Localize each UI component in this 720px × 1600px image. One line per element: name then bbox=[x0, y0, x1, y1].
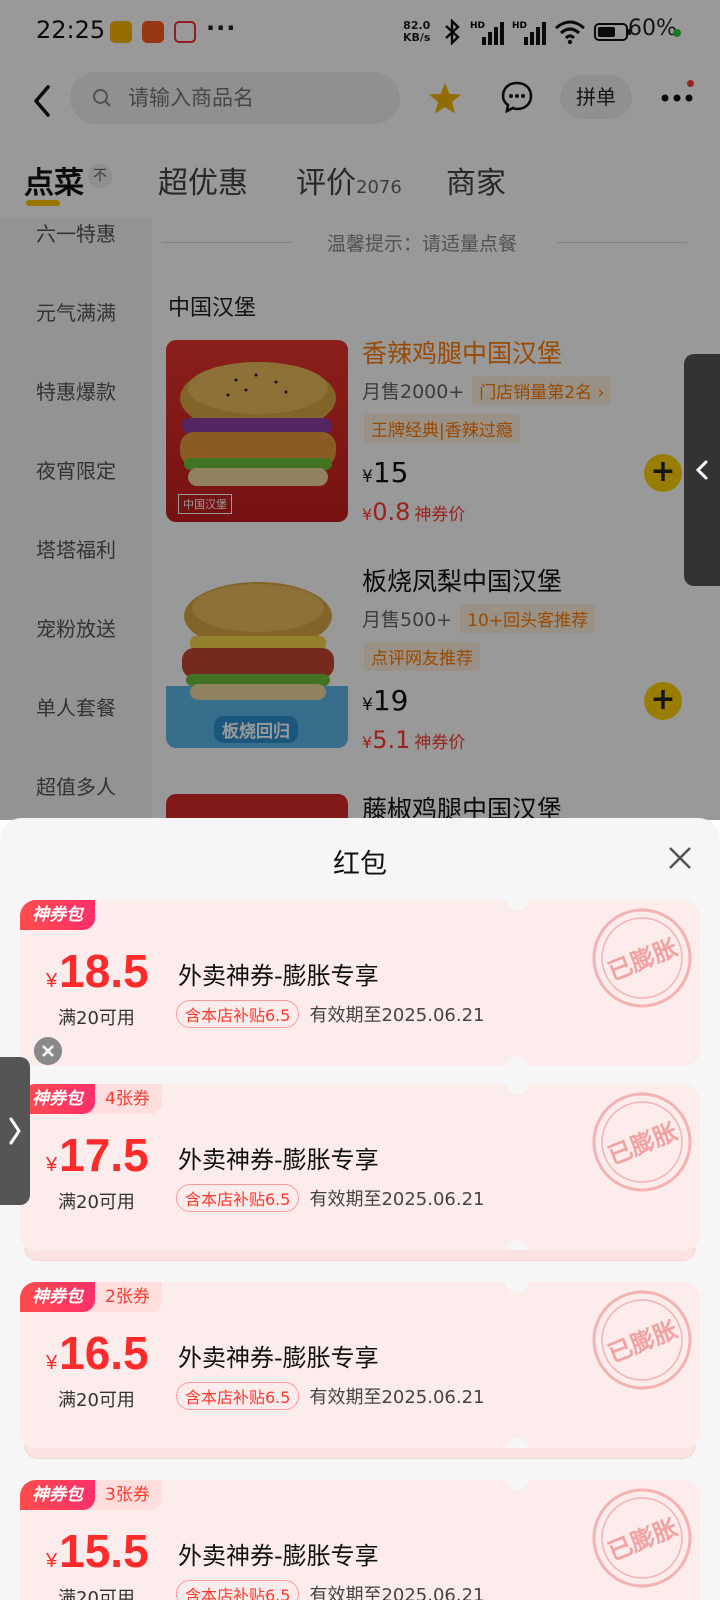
coupon-notch bbox=[506, 1438, 528, 1448]
coupon-title: 外卖神券-膨胀专享 bbox=[178, 1344, 379, 1372]
inflated-stamp-icon: 已膨胀 bbox=[592, 1488, 692, 1588]
coupon-card[interactable]: 神券包 ¥18.5 满20可用 外卖神券-膨胀专享 含本店补贴6.5 有效期至2… bbox=[20, 900, 700, 1066]
coupon-card[interactable]: 4张券 神券包 ¥17.5 满20可用 外卖神券-膨胀专享 含本店补贴6.5 有效… bbox=[20, 1084, 700, 1250]
coupon-count: 4张券 bbox=[87, 1084, 162, 1114]
subsidy-tag: 含本店补贴6.5 bbox=[176, 1000, 300, 1028]
coupon-card[interactable]: 2张券 神券包 ¥16.5 满20可用 外卖神券-膨胀专享 含本店补贴6.5 有效… bbox=[20, 1282, 700, 1448]
coupon-count: 3张券 bbox=[87, 1480, 162, 1510]
sheet-title: 红包 bbox=[333, 849, 387, 880]
svg-text:已膨胀: 已膨胀 bbox=[604, 1117, 681, 1170]
coupon-notch bbox=[506, 1282, 528, 1292]
modal-backdrop[interactable] bbox=[0, 0, 720, 820]
coupon-amount: ¥15.5 bbox=[46, 1525, 149, 1577]
inflated-stamp-icon: 已膨胀 bbox=[592, 908, 692, 1008]
coupon-title: 外卖神券-膨胀专享 bbox=[178, 962, 379, 990]
coupon-badge: 神券包 bbox=[20, 900, 95, 930]
coupon-badge: 4张券 神券包 bbox=[20, 1084, 162, 1114]
coupon-notch bbox=[506, 1056, 528, 1066]
coupon-details: 含本店补贴6.5 有效期至2025.06.21 bbox=[176, 1000, 485, 1028]
coupon-title: 外卖神券-膨胀专享 bbox=[178, 1542, 379, 1570]
red-packet-sheet: 红包 神券包 ¥18.5 满20可用 外卖神券-膨胀专享 含本店补贴6.5 有效… bbox=[0, 818, 720, 1600]
coupon-amount: ¥18.5 bbox=[46, 945, 149, 997]
svg-text:已膨胀: 已膨胀 bbox=[604, 1315, 681, 1368]
coupon-amount: ¥16.5 bbox=[46, 1327, 149, 1379]
chevron-left-icon bbox=[695, 460, 708, 480]
svg-text:已膨胀: 已膨胀 bbox=[604, 1513, 681, 1566]
coupon-amount: ¥17.5 bbox=[46, 1129, 149, 1181]
coupon-details: 含本店补贴6.5 有效期至2025.06.21 bbox=[176, 1580, 485, 1600]
coupon-threshold: 满20可用 bbox=[58, 1008, 135, 1029]
expiry-date: 有效期至2025.06.21 bbox=[309, 1189, 485, 1210]
expiry-date: 有效期至2025.06.21 bbox=[309, 1005, 485, 1026]
coupon-badge: 2张券 神券包 bbox=[20, 1282, 162, 1312]
coupon-details: 含本店补贴6.5 有效期至2025.06.21 bbox=[176, 1184, 485, 1212]
coupon-count: 2张券 bbox=[87, 1282, 162, 1312]
coupon-threshold: 满20可用 bbox=[58, 1390, 135, 1411]
coupon-notch bbox=[506, 1240, 528, 1250]
coupon-card[interactable]: 3张券 神券包 ¥15.5 满20可用 外卖神券-膨胀专享 含本店补贴6.5 有效… bbox=[20, 1480, 700, 1600]
expiry-date: 有效期至2025.06.21 bbox=[309, 1585, 485, 1600]
coupon-badge: 3张券 神券包 bbox=[20, 1480, 162, 1510]
coupon-notch bbox=[506, 1480, 528, 1490]
subsidy-tag: 含本店补贴6.5 bbox=[176, 1580, 300, 1600]
coupon-details: 含本店补贴6.5 有效期至2025.06.21 bbox=[176, 1382, 485, 1410]
chevron-right-icon bbox=[9, 1117, 21, 1145]
floating-drawer-handle[interactable] bbox=[0, 1057, 30, 1205]
inflated-stamp-icon: 已膨胀 bbox=[592, 1290, 692, 1390]
close-icon[interactable] bbox=[666, 844, 694, 872]
subsidy-tag: 含本店补贴6.5 bbox=[176, 1184, 300, 1212]
svg-text:已膨胀: 已膨胀 bbox=[604, 933, 681, 986]
side-drawer-handle[interactable] bbox=[684, 354, 720, 586]
coupon-threshold: 满20可用 bbox=[58, 1192, 135, 1213]
close-floating-icon[interactable] bbox=[34, 1037, 62, 1065]
coupon-notch bbox=[506, 1084, 528, 1094]
inflated-stamp-icon: 已膨胀 bbox=[592, 1092, 692, 1192]
coupon-threshold: 满20可用 bbox=[58, 1588, 135, 1600]
expiry-date: 有效期至2025.06.21 bbox=[309, 1387, 485, 1408]
subsidy-tag: 含本店补贴6.5 bbox=[176, 1382, 300, 1410]
coupon-notch bbox=[506, 900, 528, 910]
coupon-title: 外卖神券-膨胀专享 bbox=[178, 1146, 379, 1174]
